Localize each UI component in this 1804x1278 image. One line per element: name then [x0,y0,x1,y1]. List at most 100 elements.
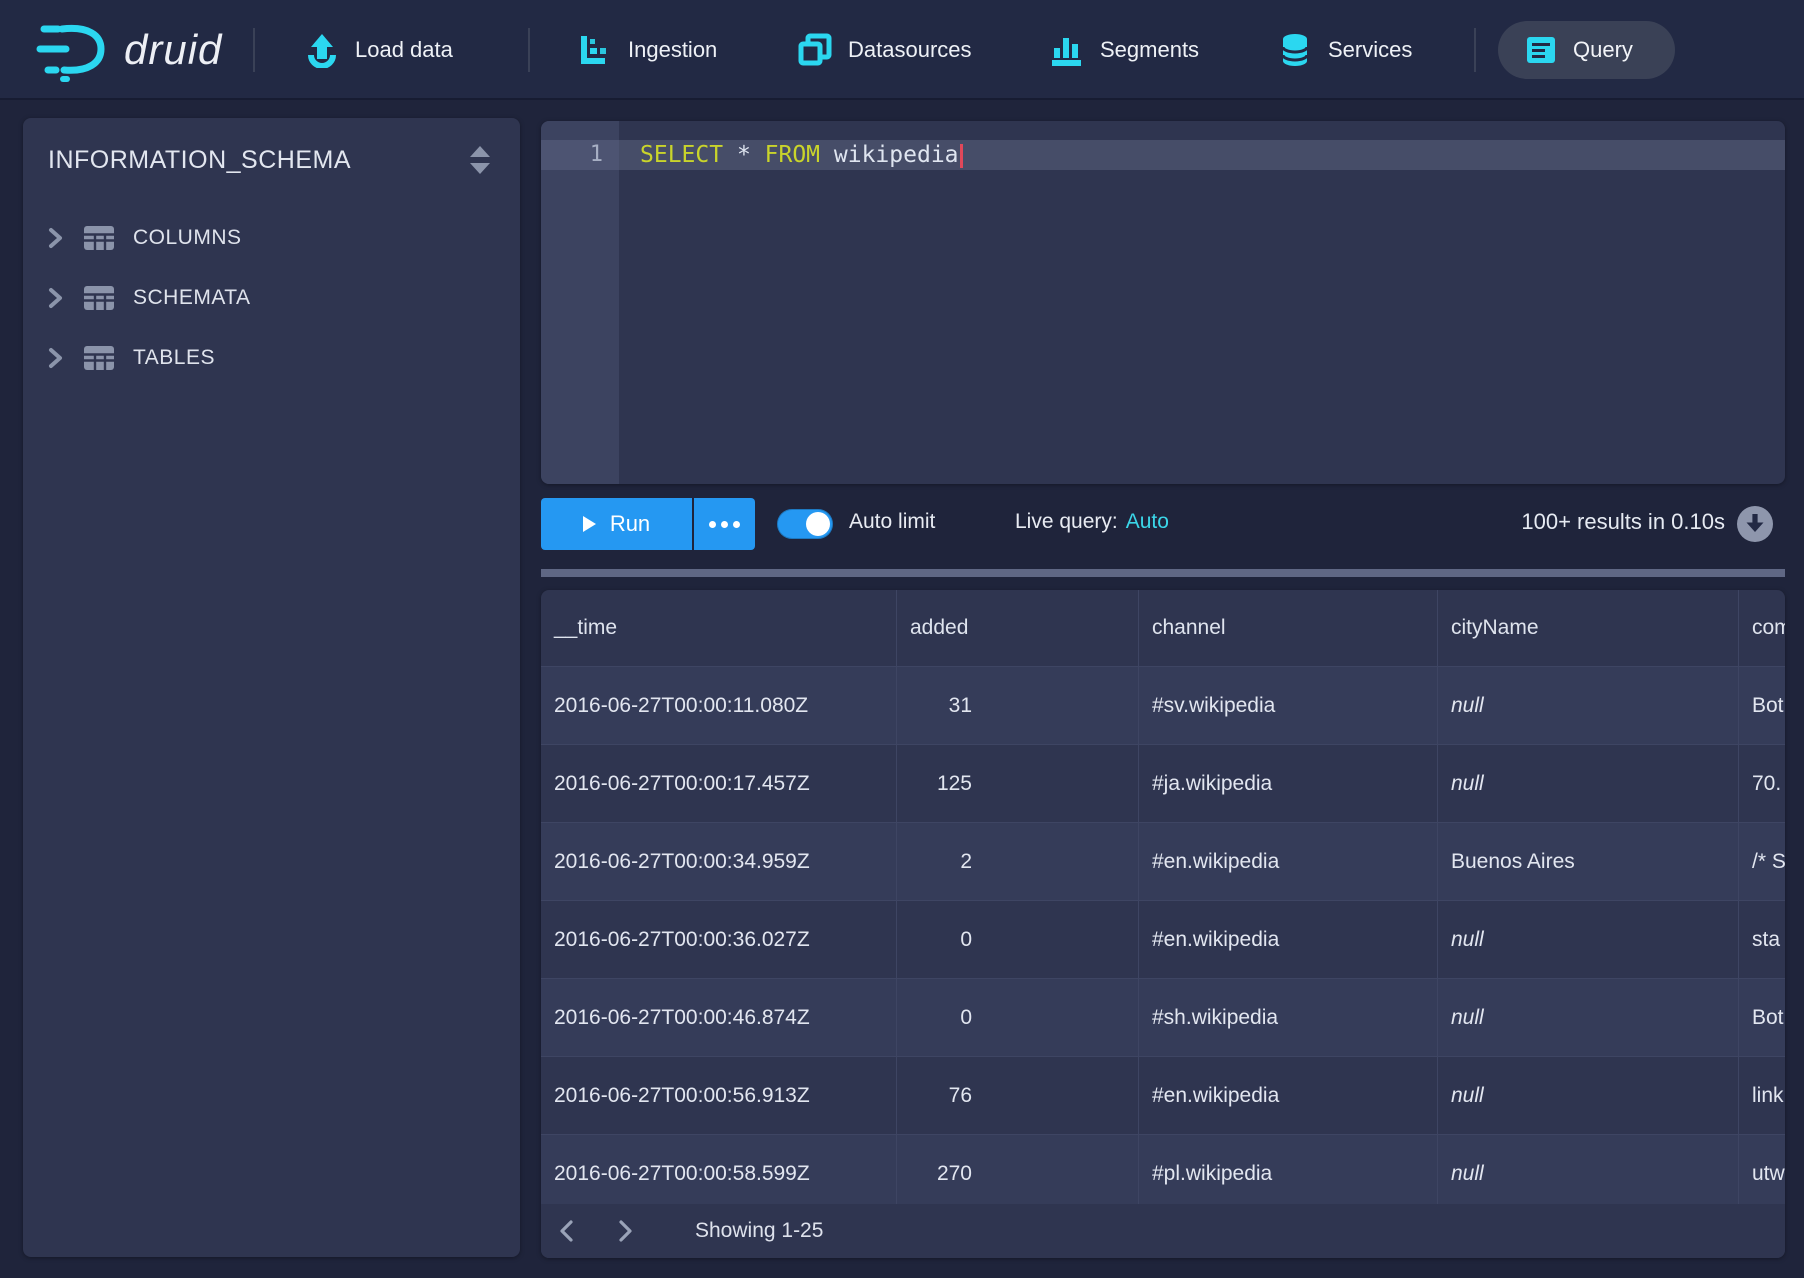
cell-added[interactable]: 0 [897,901,1139,978]
table-row: 2016-06-27T00:00:11.080Z 31 #sv.wikipedi… [541,667,1785,745]
live-query-label: Live query: [1015,510,1118,533]
cell-channel[interactable]: #en.wikipedia [1139,901,1438,978]
top-navigation-bar: druid Load data [0,0,1804,100]
nav-label: Segments [1100,37,1199,63]
segments-icon [1049,32,1085,68]
brand-name: druid [124,26,222,74]
tree-item-tables[interactable]: TABLES [23,328,520,388]
query-results-panel: __time added channel cityName comment 20… [541,590,1785,1258]
editor-gutter [541,121,619,484]
cell-added[interactable]: 76 [897,1057,1139,1134]
cell-added[interactable]: 125 [897,745,1139,822]
chevron-right-icon [615,1219,635,1243]
nav-ingestion[interactable]: Ingestion [577,0,717,100]
line-number: 1 [541,140,619,170]
tree-item-label: TABLES [133,346,215,370]
column-header-comment[interactable]: comment [1739,590,1785,666]
cell-comment[interactable]: sta [1739,901,1785,978]
druid-logo[interactable]: druid [36,18,222,82]
cell-time[interactable]: 2016-06-27T00:00:11.080Z [541,667,897,744]
download-results-button[interactable] [1736,505,1774,543]
chevron-left-icon [557,1219,577,1243]
cell-added[interactable]: 0 [897,979,1139,1056]
column-header-channel[interactable]: channel [1139,590,1438,666]
cell-channel[interactable]: #sh.wikipedia [1139,979,1438,1056]
next-page-button[interactable] [615,1214,649,1248]
run-more-options-button[interactable] [694,498,755,550]
tree-item-schemata[interactable]: SCHEMATA [23,268,520,328]
sql-keyword: SELECT [640,142,737,168]
ellipsis-icon [709,521,716,528]
table-grid-icon [83,344,115,372]
cell-comment[interactable]: /* S [1739,823,1785,900]
cell-time[interactable]: 2016-06-27T00:00:58.599Z [541,1135,897,1212]
sql-query-text[interactable]: SELECT * FROM wikipedia [640,140,963,170]
panel-splitter-handle[interactable] [541,569,1785,577]
chevron-right-icon[interactable] [45,227,65,249]
cell-comment[interactable]: Bot [1739,667,1785,744]
nav-segments[interactable]: Segments [1049,0,1199,100]
column-header-cityname[interactable]: cityName [1438,590,1739,666]
cell-time[interactable]: 2016-06-27T00:00:34.959Z [541,823,897,900]
cell-cityname[interactable]: null [1438,667,1739,744]
druid-logo-icon [36,18,110,82]
sql-editor[interactable]: 1 SELECT * FROM wikipedia [541,121,1785,484]
cell-cityname[interactable]: Buenos Aires [1438,823,1739,900]
topbar-divider [1474,28,1476,72]
nav-query-active[interactable]: Query [1498,21,1675,79]
nav-services[interactable]: Services [1277,0,1412,100]
table-row: 2016-06-27T00:00:34.959Z 2 #en.wikipedia… [541,823,1785,901]
results-header-row: __time added channel cityName comment [541,590,1785,667]
run-button-label: Run [610,511,650,537]
query-icon [1524,33,1558,67]
auto-limit-label: Auto limit [849,510,935,534]
sort-icon[interactable] [466,144,494,176]
ingestion-icon [577,32,613,68]
cell-cityname[interactable]: null [1438,1057,1739,1134]
cell-comment[interactable]: link [1739,1057,1785,1134]
sql-table-name: wikipedia [834,142,959,168]
table-row: 2016-06-27T00:00:58.599Z 270 #pl.wikiped… [541,1135,1785,1213]
auto-limit-toggle[interactable] [777,509,833,539]
cell-comment[interactable]: 70. [1739,745,1785,822]
previous-page-button[interactable] [557,1214,591,1248]
cell-cityname[interactable]: null [1438,901,1739,978]
schema-tree: COLUMNS SCHEMATA [23,208,520,388]
nav-label: Query [1573,37,1633,63]
download-icon [1736,505,1774,543]
nav-datasources[interactable]: Datasources [797,0,972,100]
table-row: 2016-06-27T00:00:17.457Z 125 #ja.wikiped… [541,745,1785,823]
cell-channel[interactable]: #sv.wikipedia [1139,667,1438,744]
chevron-right-icon[interactable] [45,287,65,309]
services-icon [1277,32,1313,68]
cell-time[interactable]: 2016-06-27T00:00:46.874Z [541,979,897,1056]
live-query-value[interactable]: Auto [1126,510,1169,533]
cell-added[interactable]: 2 [897,823,1139,900]
cell-time[interactable]: 2016-06-27T00:00:17.457Z [541,745,897,822]
column-header-added[interactable]: added [897,590,1139,666]
cell-time[interactable]: 2016-06-27T00:00:56.913Z [541,1057,897,1134]
cell-time[interactable]: 2016-06-27T00:00:36.027Z [541,901,897,978]
nav-label: Load data [355,37,453,63]
cell-added[interactable]: 270 [897,1135,1139,1212]
cell-cityname[interactable]: null [1438,979,1739,1056]
column-header-time[interactable]: __time [541,590,897,666]
druid-console: druid Load data [0,0,1804,1278]
cell-comment[interactable]: utw [1739,1135,1785,1212]
cell-channel[interactable]: #pl.wikipedia [1139,1135,1438,1212]
cell-cityname[interactable]: null [1438,745,1739,822]
cell-channel[interactable]: #en.wikipedia [1139,823,1438,900]
cell-channel[interactable]: #en.wikipedia [1139,1057,1438,1134]
nav-load-data[interactable]: Load data [304,0,453,100]
tree-item-columns[interactable]: COLUMNS [23,208,520,268]
schema-header[interactable]: INFORMATION_SCHEMA [23,118,520,176]
cell-comment[interactable]: Bot [1739,979,1785,1056]
pagination-footer: Showing 1-25 [541,1204,1785,1258]
run-button[interactable]: Run [541,498,692,550]
cell-added[interactable]: 31 [897,667,1139,744]
chevron-right-icon[interactable] [45,347,65,369]
ellipsis-icon [721,521,728,528]
cell-channel[interactable]: #ja.wikipedia [1139,745,1438,822]
cell-cityname[interactable]: null [1438,1135,1739,1212]
load-data-icon [304,32,340,68]
